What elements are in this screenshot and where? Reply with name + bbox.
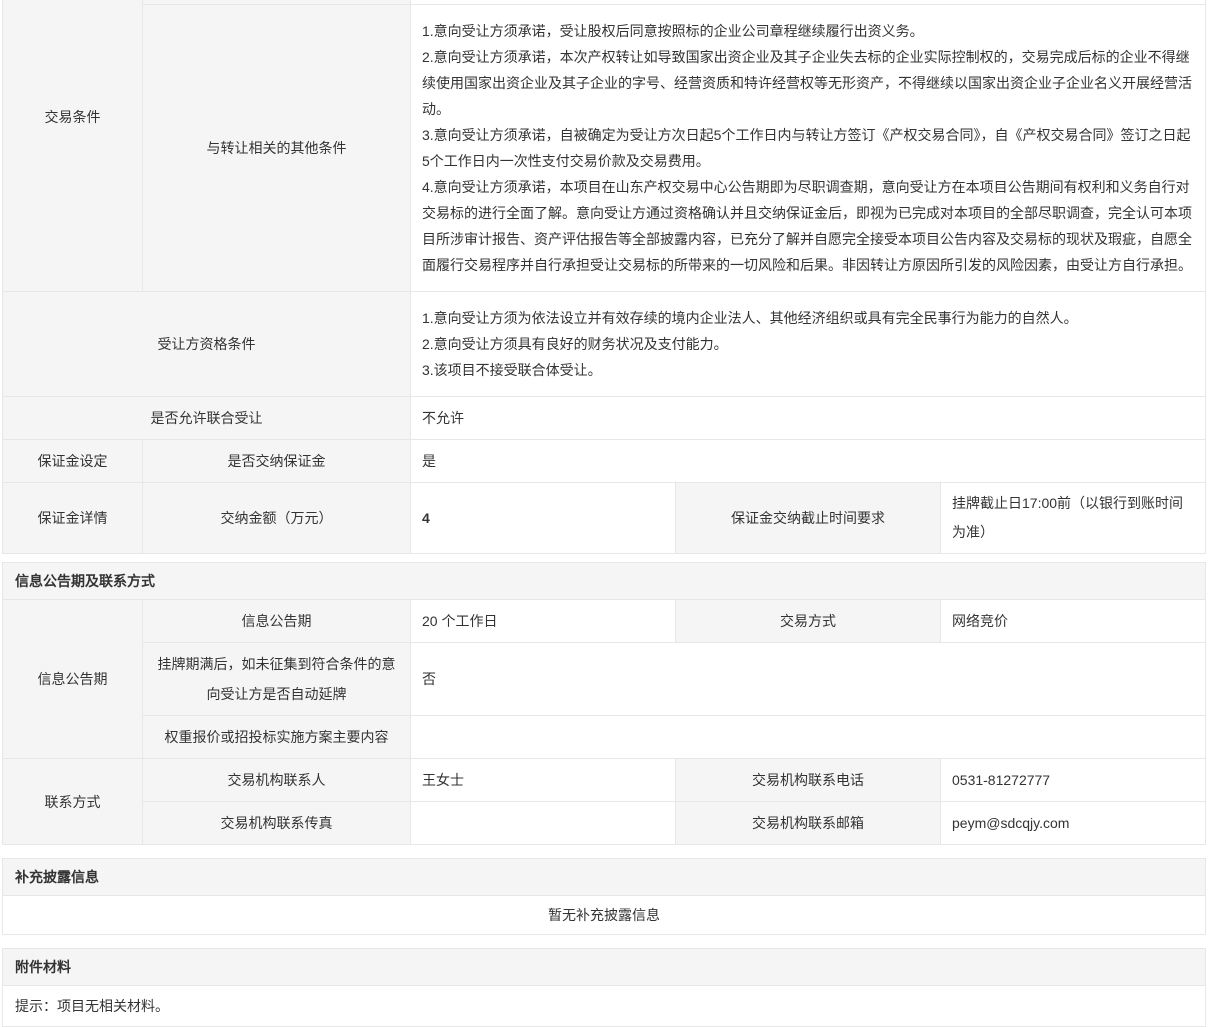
row-other-conditions: 与转让相关的其他条件 1.意向受让方须承诺，受让股权后同意按照标的企业公司章程继… [142,4,1205,291]
section-header-supplementary: 补充披露信息 [2,858,1206,896]
field-value-trade-method: 网络竞价 [940,600,1205,642]
row-deposit-detail: 保证金详情 交纳金额（万元） 4 保证金交纳截止时间要求 挂牌截止日17:00前… [3,482,1205,553]
field-label-contact-phone: 交易机构联系电话 [675,759,940,801]
row-contact-fax: 交易机构联系传真 交易机构联系邮箱 peym@sdcqjy.com [142,801,1205,844]
row-contact-person: 交易机构联系人 王女士 交易机构联系电话 0531-81272777 [142,759,1205,801]
field-value-contact-phone: 0531-81272777 [940,759,1205,801]
field-label-weighted-quote: 权重报价或招投标实施方案主要内容 [142,716,410,758]
group-label-trade-conditions: 交易条件 [3,0,142,291]
field-label-qualification: 受让方资格条件 [3,292,410,396]
field-label-joint-transfer: 是否允许联合受让 [3,397,410,439]
supplementary-empty-text: 暂无补充披露信息 [548,905,660,925]
field-value-auto-extend: 否 [410,643,1205,715]
field-label-deposit-deadline: 保证金交纳截止时间要求 [675,483,940,553]
field-value-pay-deposit: 是 [410,440,1205,482]
field-value-other-conditions: 1.意向受让方须承诺，受让股权后同意按照标的企业公司章程继续履行出资义务。 2.… [410,5,1205,291]
trade-conditions-band: 交易条件 与转让相关的其他条件 1.意向受让方须承诺，受让股权后同意按照标的企业… [3,0,1205,291]
attachments-table: 提示：项目无相关材料。 [2,986,1206,1027]
group-label-trade-conditions-text: 交易条件 [45,102,101,132]
contact-band: 联系方式 交易机构联系人 王女士 交易机构联系电话 0531-81272777 [3,758,1205,844]
cutoff-row [142,0,1205,4]
field-value-period: 20 个工作日 [410,600,675,642]
field-value-deposit-amount: 4 [410,483,675,553]
row-weighted-quote: 权重报价或招投标实施方案主要内容 [142,715,1205,758]
row-auto-extend: 挂牌期满后，如未征集到符合条件的意向受让方是否自动延牌 否 [142,642,1205,715]
field-value-contact-email: peym@sdcqjy.com [940,802,1205,844]
row-pay-deposit: 保证金设定 是否交纳保证金 是 [3,439,1205,482]
field-label-contact-email: 交易机构联系邮箱 [675,802,940,844]
trade-conditions-table: 交易条件 与转让相关的其他条件 1.意向受让方须承诺，受让股权后同意按照标的企业… [2,0,1206,554]
field-value-deposit-deadline: 挂牌截止日17:00前（以银行到账时间为准） [940,483,1205,553]
field-value-contact-person: 王女士 [410,759,675,801]
section-header-attachments: 附件材料 [2,948,1206,986]
field-label-deposit-amount: 交纳金额（万元） [142,483,410,553]
field-label-contact-fax: 交易机构联系传真 [142,802,410,844]
group-label-announcement-period: 信息公告期 [3,600,142,758]
announcement-band: 信息公告期 信息公告期 20 个工作日 交易方式 网络竞价 [3,600,1205,758]
group-label-deposit-detail: 保证金详情 [3,483,142,553]
cutoff-row-value-cell [410,0,1205,4]
supplementary-empty-row: 暂无补充披露信息 [3,896,1205,934]
cutoff-row-label-cell [142,0,410,4]
field-value-joint-transfer: 不允许 [410,397,1205,439]
announcement-table: 信息公告期 信息公告期 20 个工作日 交易方式 网络竞价 [2,600,1206,845]
group-label-deposit-setting: 保证金设定 [3,440,142,482]
field-label-period: 信息公告期 [142,600,410,642]
group-label-contact: 联系方式 [3,759,142,844]
section-header-announcement: 信息公告期及联系方式 [2,562,1206,600]
field-label-auto-extend: 挂牌期满后，如未征集到符合条件的意向受让方是否自动延牌 [142,643,410,715]
row-qualification: 受让方资格条件 1.意向受让方须为依法设立并有效存续的境内企业法人、其他经济组织… [3,291,1205,396]
field-value-qualification: 1.意向受让方须为依法设立并有效存续的境内企业法人、其他经济组织或具有完全民事行… [410,292,1205,396]
field-value-contact-fax [410,802,675,844]
attachments-hint-text: 提示：项目无相关材料。 [15,996,169,1016]
page-content: 交易条件 与转让相关的其他条件 1.意向受让方须承诺，受让股权后同意按照标的企业… [2,0,1206,1027]
attachments-hint-row: 提示：项目无相关材料。 [3,986,1205,1026]
field-value-weighted-quote [410,716,1205,758]
field-label-contact-person: 交易机构联系人 [142,759,410,801]
field-label-trade-method: 交易方式 [675,600,940,642]
row-joint-transfer: 是否允许联合受让 不允许 [3,396,1205,439]
field-label-other-conditions: 与转让相关的其他条件 [142,5,410,291]
field-label-pay-deposit: 是否交纳保证金 [142,440,410,482]
row-announcement-period: 信息公告期 20 个工作日 交易方式 网络竞价 [142,600,1205,642]
